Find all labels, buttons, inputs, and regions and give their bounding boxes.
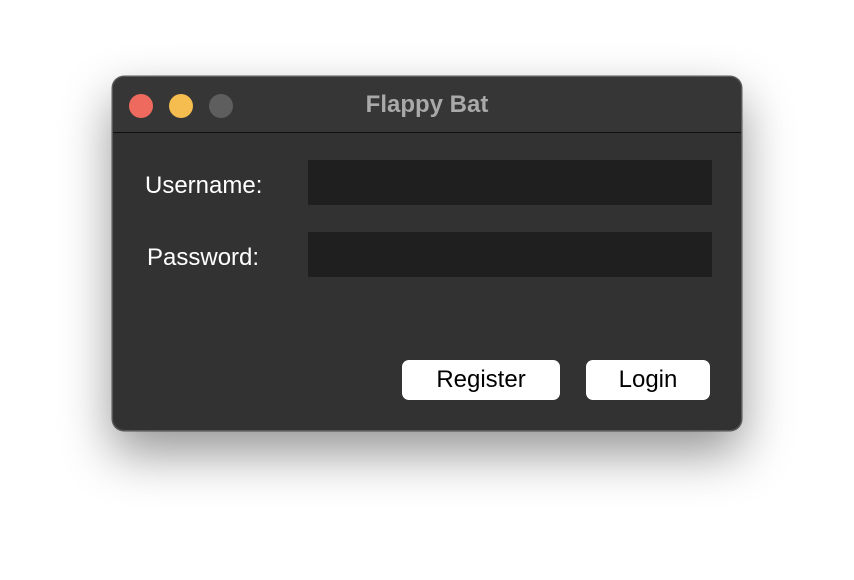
- window-title: Flappy Bat: [365, 91, 489, 118]
- username-label: Username:: [145, 172, 263, 199]
- title-bar[interactable]: Flappy Bat: [113, 77, 741, 133]
- login-window: Flappy Bat Username: Password: Register …: [112, 76, 742, 431]
- password-label: Password:: [147, 244, 260, 271]
- username-field[interactable]: [308, 160, 712, 205]
- password-field[interactable]: [308, 232, 712, 277]
- register-button[interactable]: Register: [402, 360, 560, 400]
- login-button[interactable]: Login: [586, 360, 710, 400]
